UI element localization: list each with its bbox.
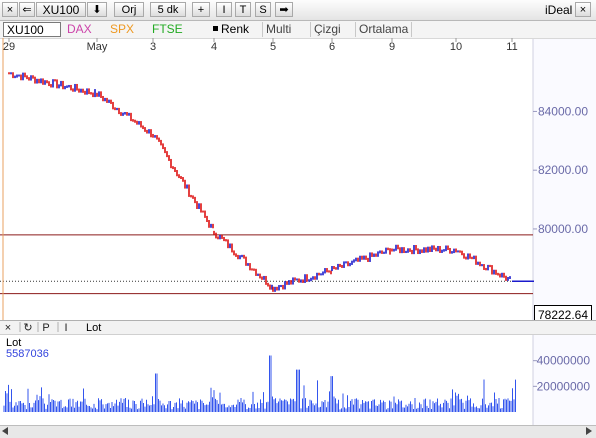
volume-chart-svg: × ↻ P I Lot Lot5587036 4000000020000000 <box>0 320 596 426</box>
symbol-bar: XU100 DAX SPX FTSE Renk Multi Çizgi Orta… <box>0 21 596 39</box>
t-button[interactable]: T <box>235 2 251 17</box>
x-tick-label: 4 <box>211 41 217 53</box>
download-button[interactable]: ⬇ <box>87 2 107 17</box>
volume-panel-button: P <box>42 322 49 334</box>
x-tick-label: 29 <box>3 41 15 53</box>
x-tick-label: 6 <box>329 41 335 53</box>
volume-y-tick-label: 40000000 <box>537 354 591 368</box>
symbol-tab-ftse[interactable]: FTSE <box>149 22 186 37</box>
x-tick-label: 11 <box>506 41 517 53</box>
ortalama-toggle[interactable]: Ortalama <box>355 22 413 37</box>
volume-panel-button: I <box>64 322 67 334</box>
add-button[interactable]: + <box>192 2 210 17</box>
volume-panel: × ↻ P I Lot Lot 5587036 40000000 20000000 <box>0 320 596 426</box>
x-tick-label: 5 <box>270 41 276 53</box>
volume-panel-button: ↻ <box>23 322 32 334</box>
x-tick-label: May <box>87 41 108 53</box>
multi-toggle[interactable]: Multi <box>262 22 294 37</box>
volume-panel-button: × <box>5 322 11 334</box>
x-tick-label: 10 <box>450 41 462 53</box>
symbol-tab-xu100[interactable]: XU100 <box>3 22 61 37</box>
price-chart[interactable]: 29 May 3 4 5 6 9 10 11 84000.00 82000.00 80000.00 … <box>0 38 596 323</box>
price-chart-svg: 29 May 3 4 5 6 9 10 11 84000.00 82000.00 80000.00 <box>0 38 596 320</box>
symbol-tab-dax[interactable]: DAX <box>64 22 95 37</box>
y-tick-label: 84000.00 <box>538 104 588 118</box>
period-selector[interactable]: 5 dk <box>150 2 186 17</box>
scroll-left-arrow[interactable] <box>2 427 8 435</box>
y-tick-label: 80000.00 <box>538 222 588 236</box>
renk-toggle[interactable]: Renk <box>210 22 252 37</box>
close-button[interactable]: × <box>2 2 18 17</box>
symbol-selector[interactable]: XU100 <box>36 2 86 17</box>
scroll-right-arrow[interactable] <box>586 427 592 435</box>
main-toolbar: × ⇐ XU100 ⬇ Orj 5 dk + I T S ➡ iDeal × <box>0 0 596 21</box>
i-button[interactable]: I <box>216 2 232 17</box>
horizontal-scrollbar[interactable] <box>0 425 596 438</box>
renk-label: Renk <box>221 22 250 36</box>
volume-panel-title: Lot <box>86 322 101 334</box>
forward-button[interactable]: ➡ <box>275 2 293 17</box>
orj-button[interactable]: Orj <box>114 2 144 17</box>
brand-label: iDeal <box>545 3 573 17</box>
window-close-button[interactable]: × <box>575 2 591 17</box>
volume-y-tick-label: 20000000 <box>537 379 591 393</box>
volume-legend-value: 5587036 <box>6 348 49 360</box>
x-tick-label: 3 <box>150 41 156 53</box>
square-icon <box>213 26 218 31</box>
x-tick-label: 9 <box>389 41 395 53</box>
symbol-tab-spx[interactable]: SPX <box>107 22 137 37</box>
cizgi-toggle[interactable]: Çizgi <box>310 22 344 37</box>
y-tick-label: 82000.00 <box>538 163 588 177</box>
back-button[interactable]: ⇐ <box>19 2 35 17</box>
s-button[interactable]: S <box>255 2 271 17</box>
